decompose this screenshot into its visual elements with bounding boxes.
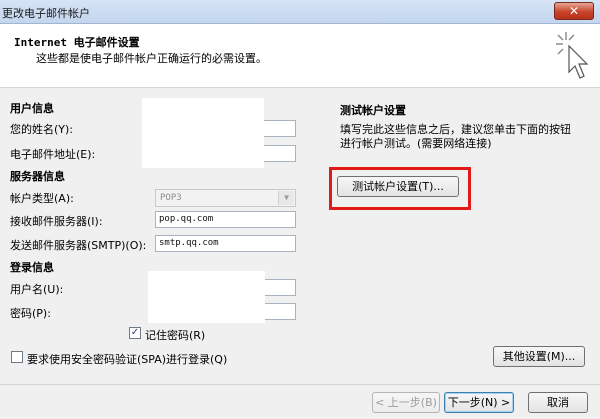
outgoing-server-input[interactable]: smtp.qq.com <box>155 235 296 252</box>
back-button[interactable]: < 上一步(B) <box>372 392 440 413</box>
title-bar: 更改电子邮件帐户 ✕ <box>0 0 600 24</box>
section-login-info: 登录信息 <box>10 261 54 274</box>
window-title: 更改电子邮件帐户 <box>2 7 90 20</box>
footer-divider <box>0 384 600 385</box>
next-button[interactable]: 下一步(N) > <box>444 392 514 413</box>
test-description: 填写完此这些信息之后，建议您单击下面的按钮进行帐户测试。(需要网络连接) <box>340 123 571 150</box>
header-subtitle: 这些都是使电子邮件帐户正确运行的必需设置。 <box>36 52 267 65</box>
test-account-button[interactable]: 测试帐户设置(T)... <box>337 176 459 197</box>
more-settings-button[interactable]: 其他设置(M)... <box>493 346 585 367</box>
section-test-settings: 测试帐户设置 <box>340 104 406 117</box>
account-type-value: POP3 <box>160 193 182 203</box>
cancel-button[interactable]: 取消 <box>528 392 588 413</box>
redaction-mask <box>142 98 264 168</box>
close-button[interactable]: ✕ <box>554 2 594 20</box>
name-label: 您的姓名(Y): <box>10 123 74 136</box>
section-server-info: 服务器信息 <box>10 170 65 183</box>
spa-label: 要求使用安全密码验证(SPA)进行登录(Q) <box>27 353 228 366</box>
username-label: 用户名(U): <box>10 283 64 296</box>
remember-password-label: 记住密码(R) <box>145 329 206 342</box>
password-label: 密码(P): <box>10 307 51 320</box>
incoming-server-input[interactable]: pop.qq.com <box>155 211 296 228</box>
account-type-label: 帐户类型(A): <box>10 192 74 205</box>
close-icon: ✕ <box>568 4 580 18</box>
incoming-server-label: 接收邮件服务器(I): <box>10 215 103 228</box>
dialog-header: Internet 电子邮件设置 这些都是使电子邮件帐户正确运行的必需设置。 <box>0 24 600 88</box>
outgoing-server-label: 发送邮件服务器(SMTP)(O): <box>10 239 147 252</box>
chevron-down-icon: ▼ <box>278 191 294 205</box>
spa-checkbox[interactable] <box>11 351 23 363</box>
header-title: Internet 电子邮件设置 <box>14 36 140 49</box>
email-label: 电子邮件地址(E): <box>10 148 96 161</box>
redaction-mask <box>148 271 265 323</box>
remember-password-checkbox[interactable]: ✓ <box>129 327 141 339</box>
account-type-select[interactable]: POP3 ▼ <box>155 189 296 207</box>
section-user-info: 用户信息 <box>10 102 54 115</box>
cursor-sparkle-icon <box>556 32 589 79</box>
